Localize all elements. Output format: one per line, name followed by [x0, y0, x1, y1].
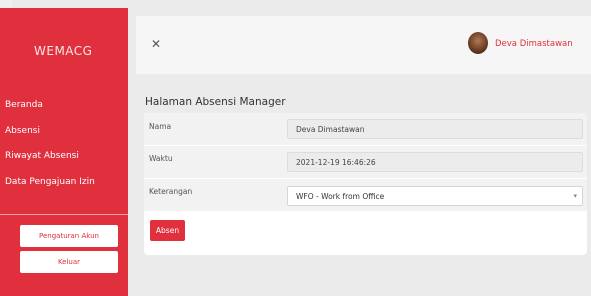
name-field: Deva Dimastawan [287, 119, 583, 139]
name-label: Nama [149, 122, 172, 131]
sidebar-item-data-pengajuan-izin[interactable]: Data Pengajuan Izin [5, 177, 95, 187]
note-label: Keterangan [149, 187, 193, 196]
sidebar: WEMACG Beranda Absensi Riwayat Absensi D… [0, 8, 128, 296]
sidebar-divider [0, 214, 128, 215]
account-settings-button[interactable]: Pengaturan Akun [20, 225, 118, 247]
sidebar-item-riwayat-absensi[interactable]: Riwayat Absensi [5, 151, 79, 161]
logout-button[interactable]: Keluar [20, 251, 118, 273]
page-title: Halaman Absensi Manager [145, 96, 286, 108]
chevron-down-icon: ▾ [573, 192, 577, 200]
sidebar-item-beranda[interactable]: Beranda [5, 100, 43, 110]
close-icon[interactable]: ✕ [151, 38, 161, 50]
sidebar-item-absensi[interactable]: Absensi [5, 126, 40, 136]
absen-button[interactable]: Absen [150, 220, 185, 241]
time-field: 2021-12-19 16:46:26 [287, 152, 583, 172]
avatar[interactable] [468, 32, 488, 54]
note-select[interactable]: WFO - Work from Office ▾ [287, 186, 583, 206]
time-label: Waktu [149, 154, 173, 163]
user-name[interactable]: Deva Dimastawan [495, 39, 573, 49]
note-selected-value: WFO - Work from Office [296, 191, 385, 201]
app-logo: WEMACG [34, 44, 93, 58]
